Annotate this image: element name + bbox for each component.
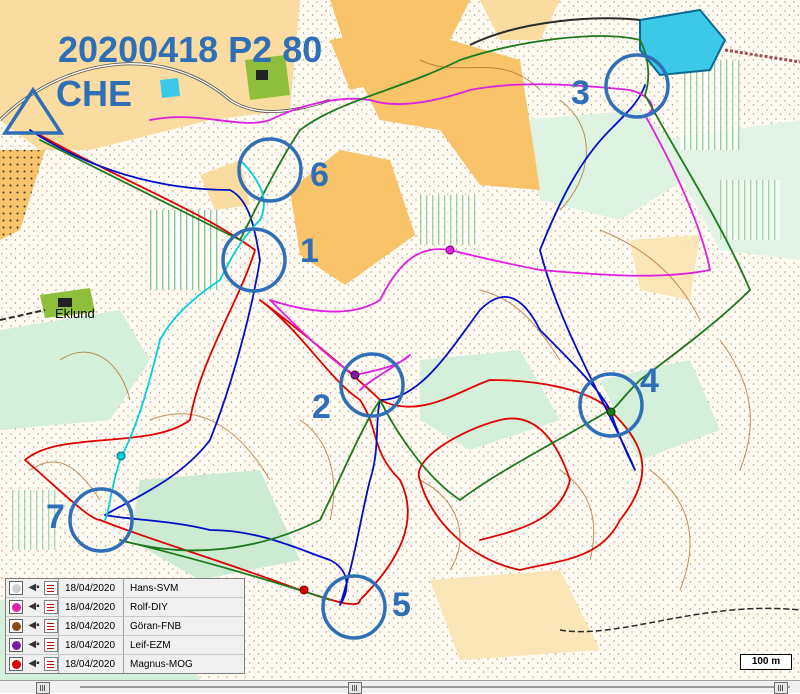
column-divider bbox=[58, 598, 59, 616]
column-divider bbox=[123, 579, 124, 597]
scale-bar: 100 m bbox=[740, 654, 792, 670]
column-divider bbox=[123, 636, 124, 654]
map-title-line1: 20200418 P2 80 bbox=[58, 29, 322, 70]
color-swatch bbox=[11, 640, 21, 650]
legend-date: 18/04/2020 bbox=[65, 658, 116, 670]
visibility-checkbox[interactable] bbox=[9, 638, 23, 652]
legend-date: 18/04/2020 bbox=[65, 639, 116, 651]
legend-date: 18/04/2020 bbox=[65, 582, 116, 594]
arrow-control-icon[interactable]: ◀▪ bbox=[27, 639, 41, 651]
split-list-icon[interactable] bbox=[44, 581, 58, 595]
arrow-control-icon[interactable]: ◀▪ bbox=[27, 658, 41, 670]
legend-row[interactable]: ◀▪ 18/04/2020 Rolf-DIY bbox=[6, 598, 244, 617]
color-swatch bbox=[11, 602, 21, 612]
timeline-start-handle[interactable] bbox=[36, 682, 50, 694]
arrow-control-icon[interactable]: ◀▪ bbox=[27, 620, 41, 632]
split-list-icon[interactable] bbox=[44, 619, 58, 633]
legend-runner-name: Hans-SVM bbox=[130, 582, 179, 594]
visibility-checkbox[interactable] bbox=[9, 619, 23, 633]
column-divider bbox=[58, 617, 59, 635]
timeline-bar bbox=[0, 680, 800, 694]
runner-marker-leif bbox=[350, 370, 360, 380]
visibility-checkbox[interactable] bbox=[9, 581, 23, 595]
runner-marker-goran bbox=[606, 407, 616, 417]
runner-marker-magnus bbox=[299, 585, 309, 595]
control-number-4: 4 bbox=[640, 362, 659, 400]
split-list-icon[interactable] bbox=[44, 638, 58, 652]
visibility-checkbox[interactable] bbox=[9, 600, 23, 614]
legend-runner-name: Rolf-DIY bbox=[130, 601, 168, 613]
runner-marker-rolf bbox=[445, 245, 455, 255]
runner-marker-hans bbox=[116, 451, 126, 461]
split-list-icon[interactable] bbox=[44, 600, 58, 614]
color-swatch bbox=[11, 621, 21, 631]
column-divider bbox=[58, 636, 59, 654]
legend-runner-name: Leif-EZM bbox=[130, 639, 171, 651]
color-swatch bbox=[11, 583, 21, 593]
visibility-checkbox[interactable] bbox=[9, 657, 23, 671]
arrow-control-icon[interactable]: ◀▪ bbox=[27, 582, 41, 594]
arrow-control-icon[interactable]: ◀▪ bbox=[27, 601, 41, 613]
legend-date: 18/04/2020 bbox=[65, 620, 116, 632]
column-divider bbox=[123, 617, 124, 635]
control-number-5: 5 bbox=[392, 586, 411, 624]
timeline-end-handle[interactable] bbox=[774, 682, 788, 694]
control-number-3: 3 bbox=[571, 74, 590, 112]
legend-row[interactable]: ◀▪ 18/04/2020 Göran-FNB bbox=[6, 617, 244, 636]
control-number-2: 2 bbox=[312, 388, 331, 426]
legend-row[interactable]: ◀▪ 18/04/2020 Hans-SVM bbox=[6, 579, 244, 598]
legend-date: 18/04/2020 bbox=[65, 601, 116, 613]
column-divider bbox=[58, 655, 59, 673]
control-number-6: 6 bbox=[310, 156, 329, 194]
column-divider bbox=[123, 598, 124, 616]
column-divider bbox=[123, 655, 124, 673]
control-number-1: 1 bbox=[300, 232, 319, 270]
split-list-icon[interactable] bbox=[44, 657, 58, 671]
column-divider bbox=[58, 579, 59, 597]
legend-row[interactable]: ◀▪ 18/04/2020 Leif-EZM bbox=[6, 636, 244, 655]
control-number-7: 7 bbox=[46, 498, 65, 536]
timeline-position-handle[interactable] bbox=[348, 682, 362, 694]
legend-row[interactable]: ◀▪ 18/04/2020 Magnus-MOG bbox=[6, 655, 244, 673]
color-swatch bbox=[11, 659, 21, 669]
legend-runner-name: Göran-FNB bbox=[130, 620, 182, 632]
timeline-track[interactable] bbox=[80, 686, 790, 688]
pond bbox=[160, 78, 180, 98]
place-name-label: Eklund bbox=[55, 306, 95, 321]
map-title-line2: CHE bbox=[56, 73, 132, 114]
legend-runner-name: Magnus-MOG bbox=[130, 658, 193, 670]
runner-legend: ◀▪ 18/04/2020 Hans-SVM ◀▪ 18/04/2020 Rol… bbox=[5, 578, 245, 674]
